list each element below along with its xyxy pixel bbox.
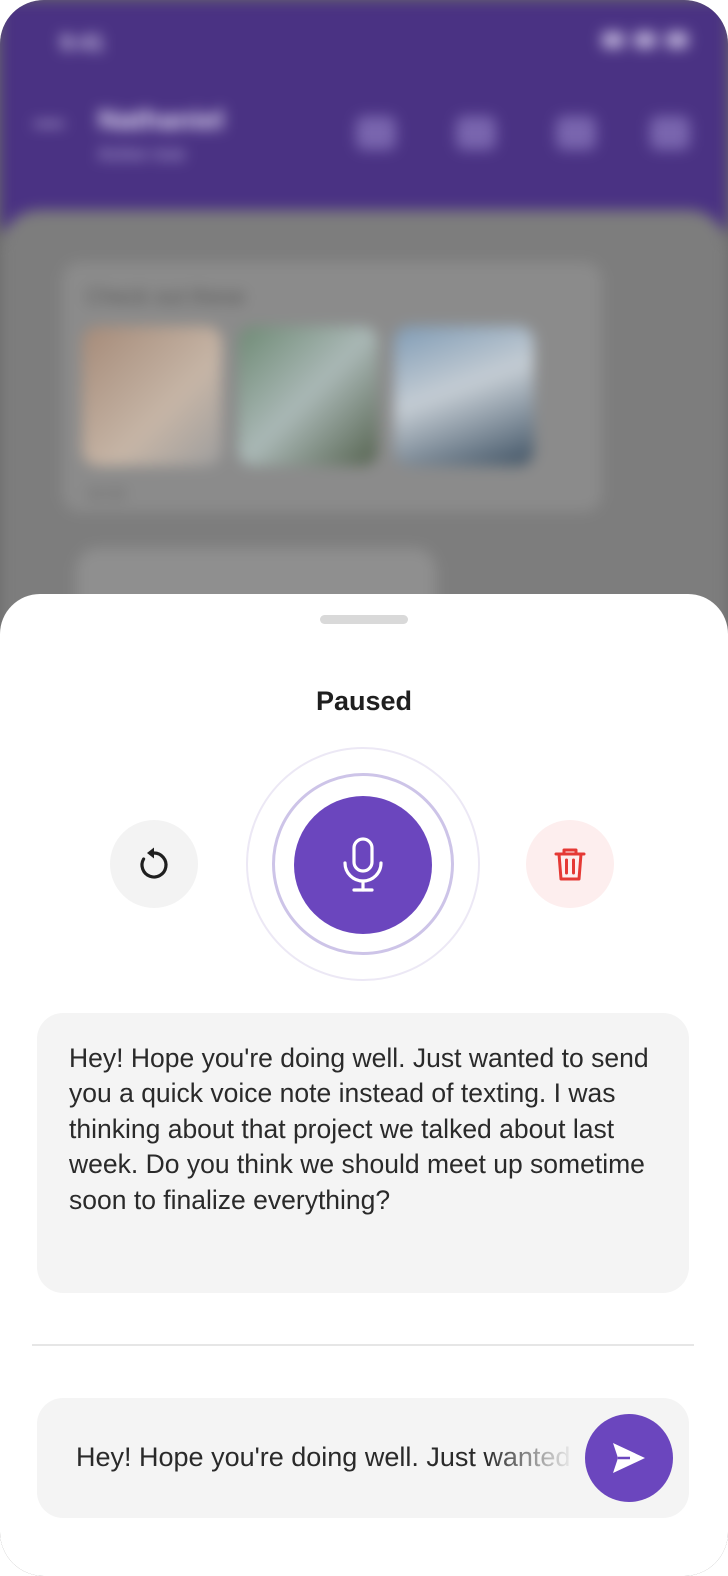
- divider: [32, 1344, 694, 1346]
- status-icons: [602, 32, 688, 48]
- microphone-icon: [343, 837, 383, 892]
- chat-subtitle: Active now: [98, 144, 186, 164]
- photo-thumbnail: [238, 326, 378, 466]
- recording-status: Paused: [315, 686, 413, 716]
- chat-header: 9:41 Nathaniel Active now: [0, 0, 728, 230]
- delete-button[interactable]: [526, 820, 614, 908]
- back-arrow-icon: [34, 122, 64, 144]
- send-icon: [613, 1443, 645, 1473]
- message-card-title: Check out these: [86, 284, 245, 309]
- send-button[interactable]: [585, 1414, 673, 1502]
- message-input-bar[interactable]: Hey! Hope you're doing well. Just wanted…: [37, 1398, 689, 1518]
- restart-icon: [140, 847, 168, 879]
- forward-icon: [556, 116, 596, 150]
- trash-icon: [554, 848, 586, 881]
- transcript-text: Hey! Hope you're doing well. Just wanted…: [69, 1043, 649, 1215]
- phone-screen: 9:41 Nathaniel Active now Check out thes…: [0, 0, 728, 1576]
- delete-icon: [650, 116, 690, 150]
- message-input[interactable]: Hey! Hope you're doing well. Just wanted…: [76, 1442, 576, 1473]
- restart-button[interactable]: [110, 820, 198, 908]
- chat-title: Nathaniel: [98, 104, 225, 135]
- sheet-drag-handle[interactable]: [320, 615, 408, 624]
- status-time: 9:41: [60, 30, 105, 55]
- transcript-box: Hey! Hope you're doing well. Just wanted…: [37, 1013, 689, 1293]
- reply-icon: [356, 116, 396, 150]
- record-button[interactable]: [294, 796, 432, 934]
- edit-icon: [456, 116, 496, 150]
- voice-note-sheet: Paused Hey! Hope you're doing well. Just…: [0, 594, 728, 1576]
- photo-thumbnail: [82, 326, 222, 466]
- photo-thumbnail: [394, 326, 534, 466]
- message-time: 10:32: [86, 486, 127, 503]
